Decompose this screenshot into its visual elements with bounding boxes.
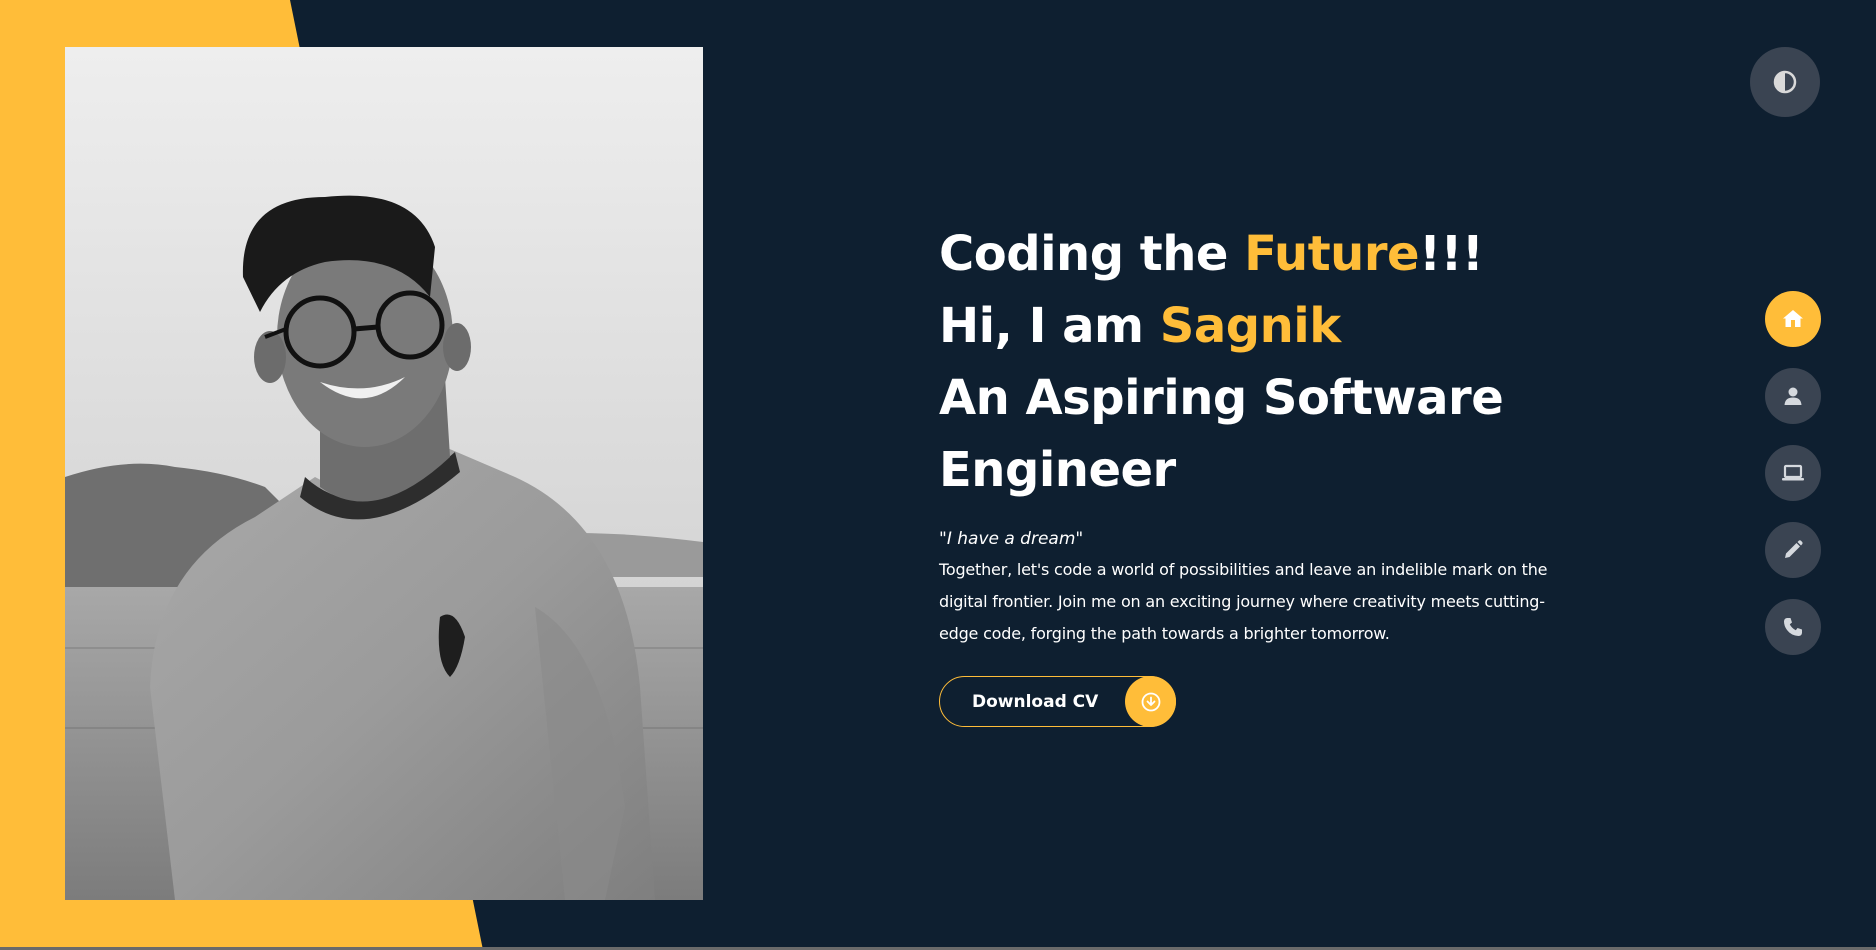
headline-line-3: An Aspiring Software <box>939 370 1504 426</box>
headline-highlight-name: Sagnik <box>1159 298 1341 354</box>
quote: "I have a dream" <box>939 529 1084 549</box>
download-circle-icon <box>1125 676 1176 727</box>
nav-home-button[interactable] <box>1765 291 1821 347</box>
headline-line-2: Hi, I am Sagnik <box>939 298 1341 354</box>
laptop-icon <box>1782 464 1804 481</box>
home-icon <box>1783 310 1803 327</box>
hero-section: Coding the Future!!! Hi, I am Sagnik An … <box>939 218 1579 727</box>
download-cv-label: Download CV <box>972 691 1099 712</box>
nav-blog-button[interactable] <box>1765 522 1821 578</box>
home-page: Coding the Future!!! Hi, I am Sagnik An … <box>0 0 1876 950</box>
contrast-icon <box>1773 70 1797 94</box>
bio-text: Together, let's code a world of possibil… <box>939 560 1548 643</box>
pencil-icon <box>1785 540 1803 558</box>
nav-portfolio-button[interactable] <box>1765 445 1821 501</box>
theme-toggle-button[interactable] <box>1750 47 1820 117</box>
phone-icon <box>1784 618 1802 636</box>
side-navigation <box>1765 291 1821 676</box>
headline-highlight-future: Future <box>1244 226 1420 282</box>
nav-contact-button[interactable] <box>1765 599 1821 655</box>
headline-line-4: Engineer <box>939 442 1176 498</box>
headline-line-1: Coding the Future!!! <box>939 226 1484 282</box>
user-icon <box>1784 387 1802 405</box>
profile-photo <box>65 47 703 900</box>
nav-about-button[interactable] <box>1765 368 1821 424</box>
download-cv-button[interactable]: Download CV <box>939 676 1176 727</box>
